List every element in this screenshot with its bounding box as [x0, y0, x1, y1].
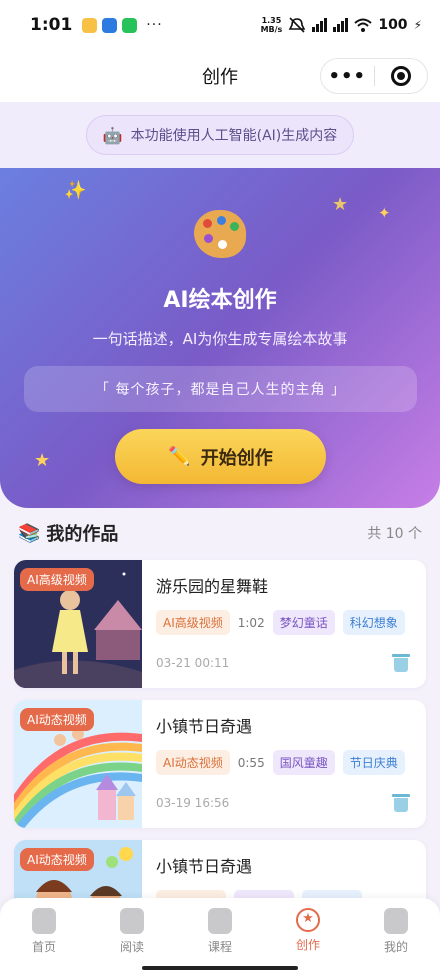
wechat-app-icon	[122, 17, 138, 33]
hero-title: AI绘本创作	[163, 288, 277, 313]
work-title: 小镇节日奇遇	[156, 857, 253, 876]
sigma-app-icon	[102, 17, 118, 33]
work-thumbnail: AI高级视频	[14, 560, 142, 688]
palette-dot	[218, 240, 227, 249]
video-type-tag: AI动态视频	[156, 750, 230, 775]
page-title: 创作	[202, 67, 238, 88]
shooting-star-icon: ✦	[378, 204, 391, 222]
close-program-button[interactable]	[375, 59, 428, 93]
palette-dot	[230, 222, 239, 231]
palette-dot	[203, 219, 212, 228]
style-tag: 国风童趣	[272, 750, 335, 775]
work-tags: AI动态视频 0:55 国风童趣 节日庆典	[156, 750, 405, 775]
hero-quote-text: 「 每个孩子，都是自己人生的主角 」	[95, 382, 346, 398]
status-right: 1.35 MB/s 100 ⚡	[261, 16, 422, 34]
sparkle-icon: ✨	[64, 180, 87, 201]
profile-icon	[384, 908, 408, 934]
work-thumbnail: AI动态视频	[14, 700, 142, 828]
pencil-icon: ✏️	[168, 446, 191, 467]
signal-2-icon	[333, 18, 349, 32]
tab-label: 创作	[295, 938, 320, 952]
video-duration: 0:55	[237, 755, 265, 770]
video-type-badge: AI动态视频	[20, 848, 94, 871]
notification-app-icon	[82, 17, 98, 33]
delete-trash-icon[interactable]	[392, 792, 410, 812]
ai-notice-text: 本功能使用人工智能(AI)生成内容	[130, 128, 338, 144]
palette-dot	[217, 216, 226, 225]
works-title: 我的作品	[46, 524, 119, 545]
work-card[interactable]: AI动态视频 小镇节日奇遇 AI动态视频 0:55 国风童趣 节日庆典 03-1…	[14, 700, 426, 828]
charging-icon: ⚡	[413, 18, 422, 32]
network-speed-unit: MB/s	[260, 25, 283, 34]
book-icon	[120, 908, 144, 934]
palette-icon	[194, 210, 246, 258]
trash-lid	[392, 794, 410, 797]
nav-bar: 创作 •••	[0, 50, 440, 102]
home-indicator[interactable]	[142, 966, 298, 970]
video-type-badge: AI动态视频	[20, 708, 94, 731]
course-icon	[208, 908, 232, 934]
tab-home[interactable]: 首页	[0, 898, 88, 978]
delete-trash-icon[interactable]	[392, 652, 410, 672]
work-date: 03-21 00:11	[156, 656, 230, 670]
start-create-label: 开始创作	[200, 447, 273, 469]
video-duration: 1:02	[237, 615, 265, 630]
more-button[interactable]: •••	[321, 59, 374, 93]
work-tags: AI高级视频 1:02 梦幻童话 科幻想象	[156, 610, 405, 635]
video-type-tag: AI高级视频	[156, 610, 230, 635]
works-header: 📚 我的作品 共 10 个	[18, 516, 422, 550]
signal-icon	[312, 18, 328, 32]
more-dots-icon: •••	[328, 65, 366, 87]
robot-icon: 🤖	[102, 125, 123, 145]
close-target-icon	[390, 66, 411, 86]
works-count: 共 10 个	[367, 526, 422, 542]
ai-notice-area: 🤖 本功能使用人工智能(AI)生成内容	[0, 102, 440, 168]
hero-quote: 「 每个孩子，都是自己人生的主角 」	[24, 366, 417, 412]
tab-profile[interactable]: 我的	[352, 898, 440, 978]
more-notifications-icon: ···	[146, 17, 163, 33]
work-date: 03-19 16:56	[156, 796, 230, 810]
video-type-badge: AI高级视频	[20, 568, 94, 591]
trash-lid	[392, 654, 410, 657]
status-app-icons: ···	[82, 17, 162, 33]
battery-level: 100	[378, 17, 408, 33]
theme-tag: 节日庆典	[342, 750, 405, 775]
hero-subtitle: 一句话描述，AI为你生成专属绘本故事	[92, 330, 348, 348]
network-speed: 1.35 MB/s	[261, 16, 283, 34]
tab-label: 我的	[383, 940, 408, 954]
trash-body	[394, 798, 408, 812]
tab-label: 课程	[207, 940, 232, 954]
theme-tag: 科幻想象	[342, 610, 405, 635]
style-tag: 梦幻童话	[272, 610, 335, 635]
work-title: 游乐园的星舞鞋	[156, 577, 269, 596]
create-icon	[296, 908, 320, 932]
palette-dot	[204, 234, 213, 243]
status-bar: 1:01 ··· 1.35 MB/s 100 ⚡	[0, 0, 440, 50]
mute-icon	[289, 17, 306, 33]
star-icon: ★	[332, 194, 349, 215]
status-time: 1:01	[30, 15, 73, 35]
books-icon: 📚	[18, 522, 41, 544]
network-speed-value: 1.35	[261, 16, 282, 25]
start-create-button[interactable]: ✏️ 开始创作	[115, 429, 326, 484]
ai-notice-banner: 🤖 本功能使用人工智能(AI)生成内容	[85, 115, 355, 155]
work-card[interactable]: AI高级视频 游乐园的星舞鞋 AI高级视频 1:02 梦幻童话 科幻想象 03-…	[14, 560, 426, 688]
star-small-icon: ★	[34, 450, 51, 471]
hero-banner: ✨ ★ ✦ ★ AI绘本创作 一句话描述，AI为你生成专属绘本故事 「 每个孩子…	[0, 168, 440, 508]
mini-program-capsule: •••	[320, 58, 428, 94]
tab-label: 阅读	[119, 940, 144, 954]
trash-body	[394, 658, 408, 672]
wifi-icon	[354, 18, 372, 32]
tab-label: 首页	[31, 940, 56, 954]
home-icon	[32, 908, 56, 934]
work-title: 小镇节日奇遇	[156, 717, 253, 736]
